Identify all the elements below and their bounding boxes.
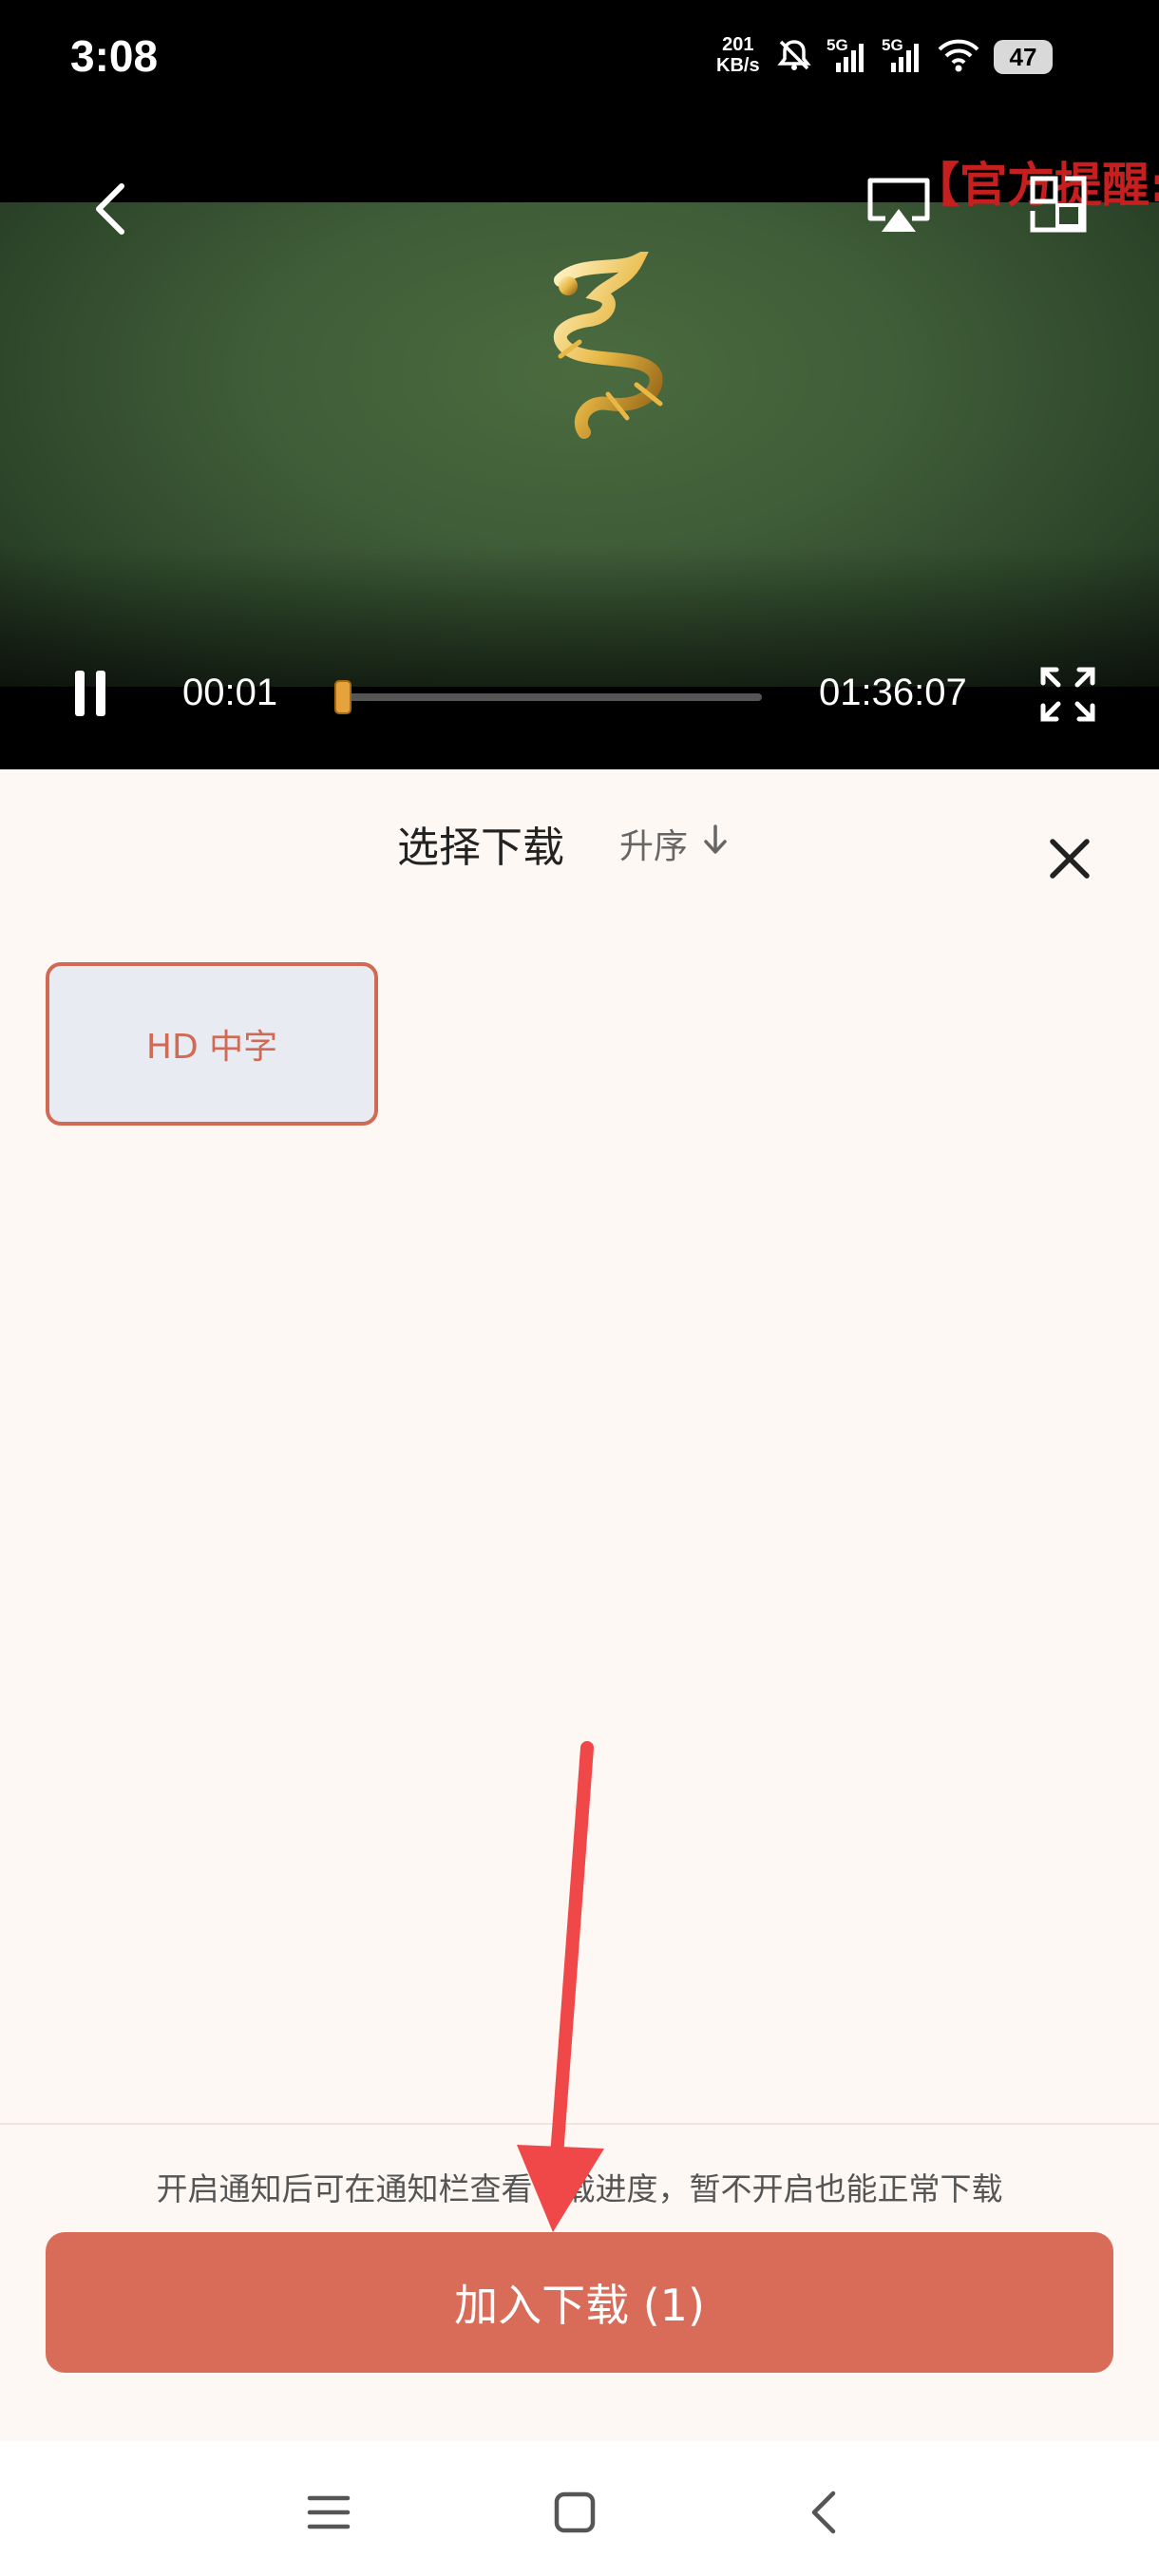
sort-label: 升序 bbox=[619, 827, 689, 866]
add-to-download-button[interactable]: 加入下载 (1) bbox=[46, 2232, 1113, 2373]
pip-icon[interactable] bbox=[1020, 166, 1096, 242]
progress-thumb[interactable] bbox=[334, 680, 352, 714]
home-icon[interactable] bbox=[542, 2479, 608, 2546]
wifi-icon bbox=[937, 36, 980, 78]
current-time: 00:01 bbox=[182, 672, 278, 713]
progress-bar[interactable] bbox=[334, 693, 762, 701]
nav-back-icon[interactable] bbox=[790, 2479, 857, 2546]
cast-icon[interactable] bbox=[861, 168, 937, 244]
fullscreen-icon[interactable] bbox=[1034, 660, 1102, 729]
net-speed-unit: KB/s bbox=[716, 55, 760, 76]
total-time: 01:36:07 bbox=[819, 672, 967, 713]
sheet-title: 选择下载 bbox=[397, 824, 564, 872]
signal-icon-2: 5G bbox=[882, 36, 923, 76]
divider bbox=[0, 2123, 1159, 2125]
screen: 3:08 201 KB/s 5G 5G 47 【官方提醒: 00:01 01:3… bbox=[0, 0, 1159, 2576]
system-nav-bar bbox=[0, 2441, 1159, 2576]
back-icon[interactable] bbox=[82, 168, 139, 250]
pause-icon[interactable] bbox=[66, 662, 114, 725]
close-icon[interactable] bbox=[1043, 832, 1096, 885]
net-speed-value: 201 bbox=[722, 34, 754, 55]
dragon-logo bbox=[553, 252, 663, 439]
menu-icon[interactable] bbox=[295, 2479, 362, 2546]
download-sheet: 选择下载 升序 HD 中字 开启通知后可在通知栏查看下载进度，暂不开启也能正常下… bbox=[0, 769, 1159, 2441]
video-player[interactable]: 【官方提醒: 00:01 01:36:07 bbox=[0, 119, 1159, 769]
video-shade bbox=[0, 546, 1159, 687]
episode-chip-label: HD 中字 bbox=[145, 1028, 278, 1067]
signal-icon: 5G bbox=[826, 36, 868, 76]
sort-down-icon bbox=[701, 823, 730, 865]
net-speed: 201 KB/s bbox=[716, 34, 760, 76]
sort-toggle[interactable]: 升序 bbox=[619, 819, 730, 868]
notification-hint: 开启通知后可在通知栏查看下载进度，暂不开启也能正常下载 bbox=[156, 2170, 1003, 2207]
status-bar: 3:08 201 KB/s 5G 5G 47 bbox=[0, 0, 1159, 119]
mute-icon bbox=[775, 36, 813, 78]
battery-indicator: 47 bbox=[994, 40, 1053, 74]
status-icons: 5G 5G 47 bbox=[775, 34, 1053, 80]
status-time: 3:08 bbox=[70, 31, 159, 81]
episode-chip[interactable]: HD 中字 bbox=[46, 962, 378, 1126]
